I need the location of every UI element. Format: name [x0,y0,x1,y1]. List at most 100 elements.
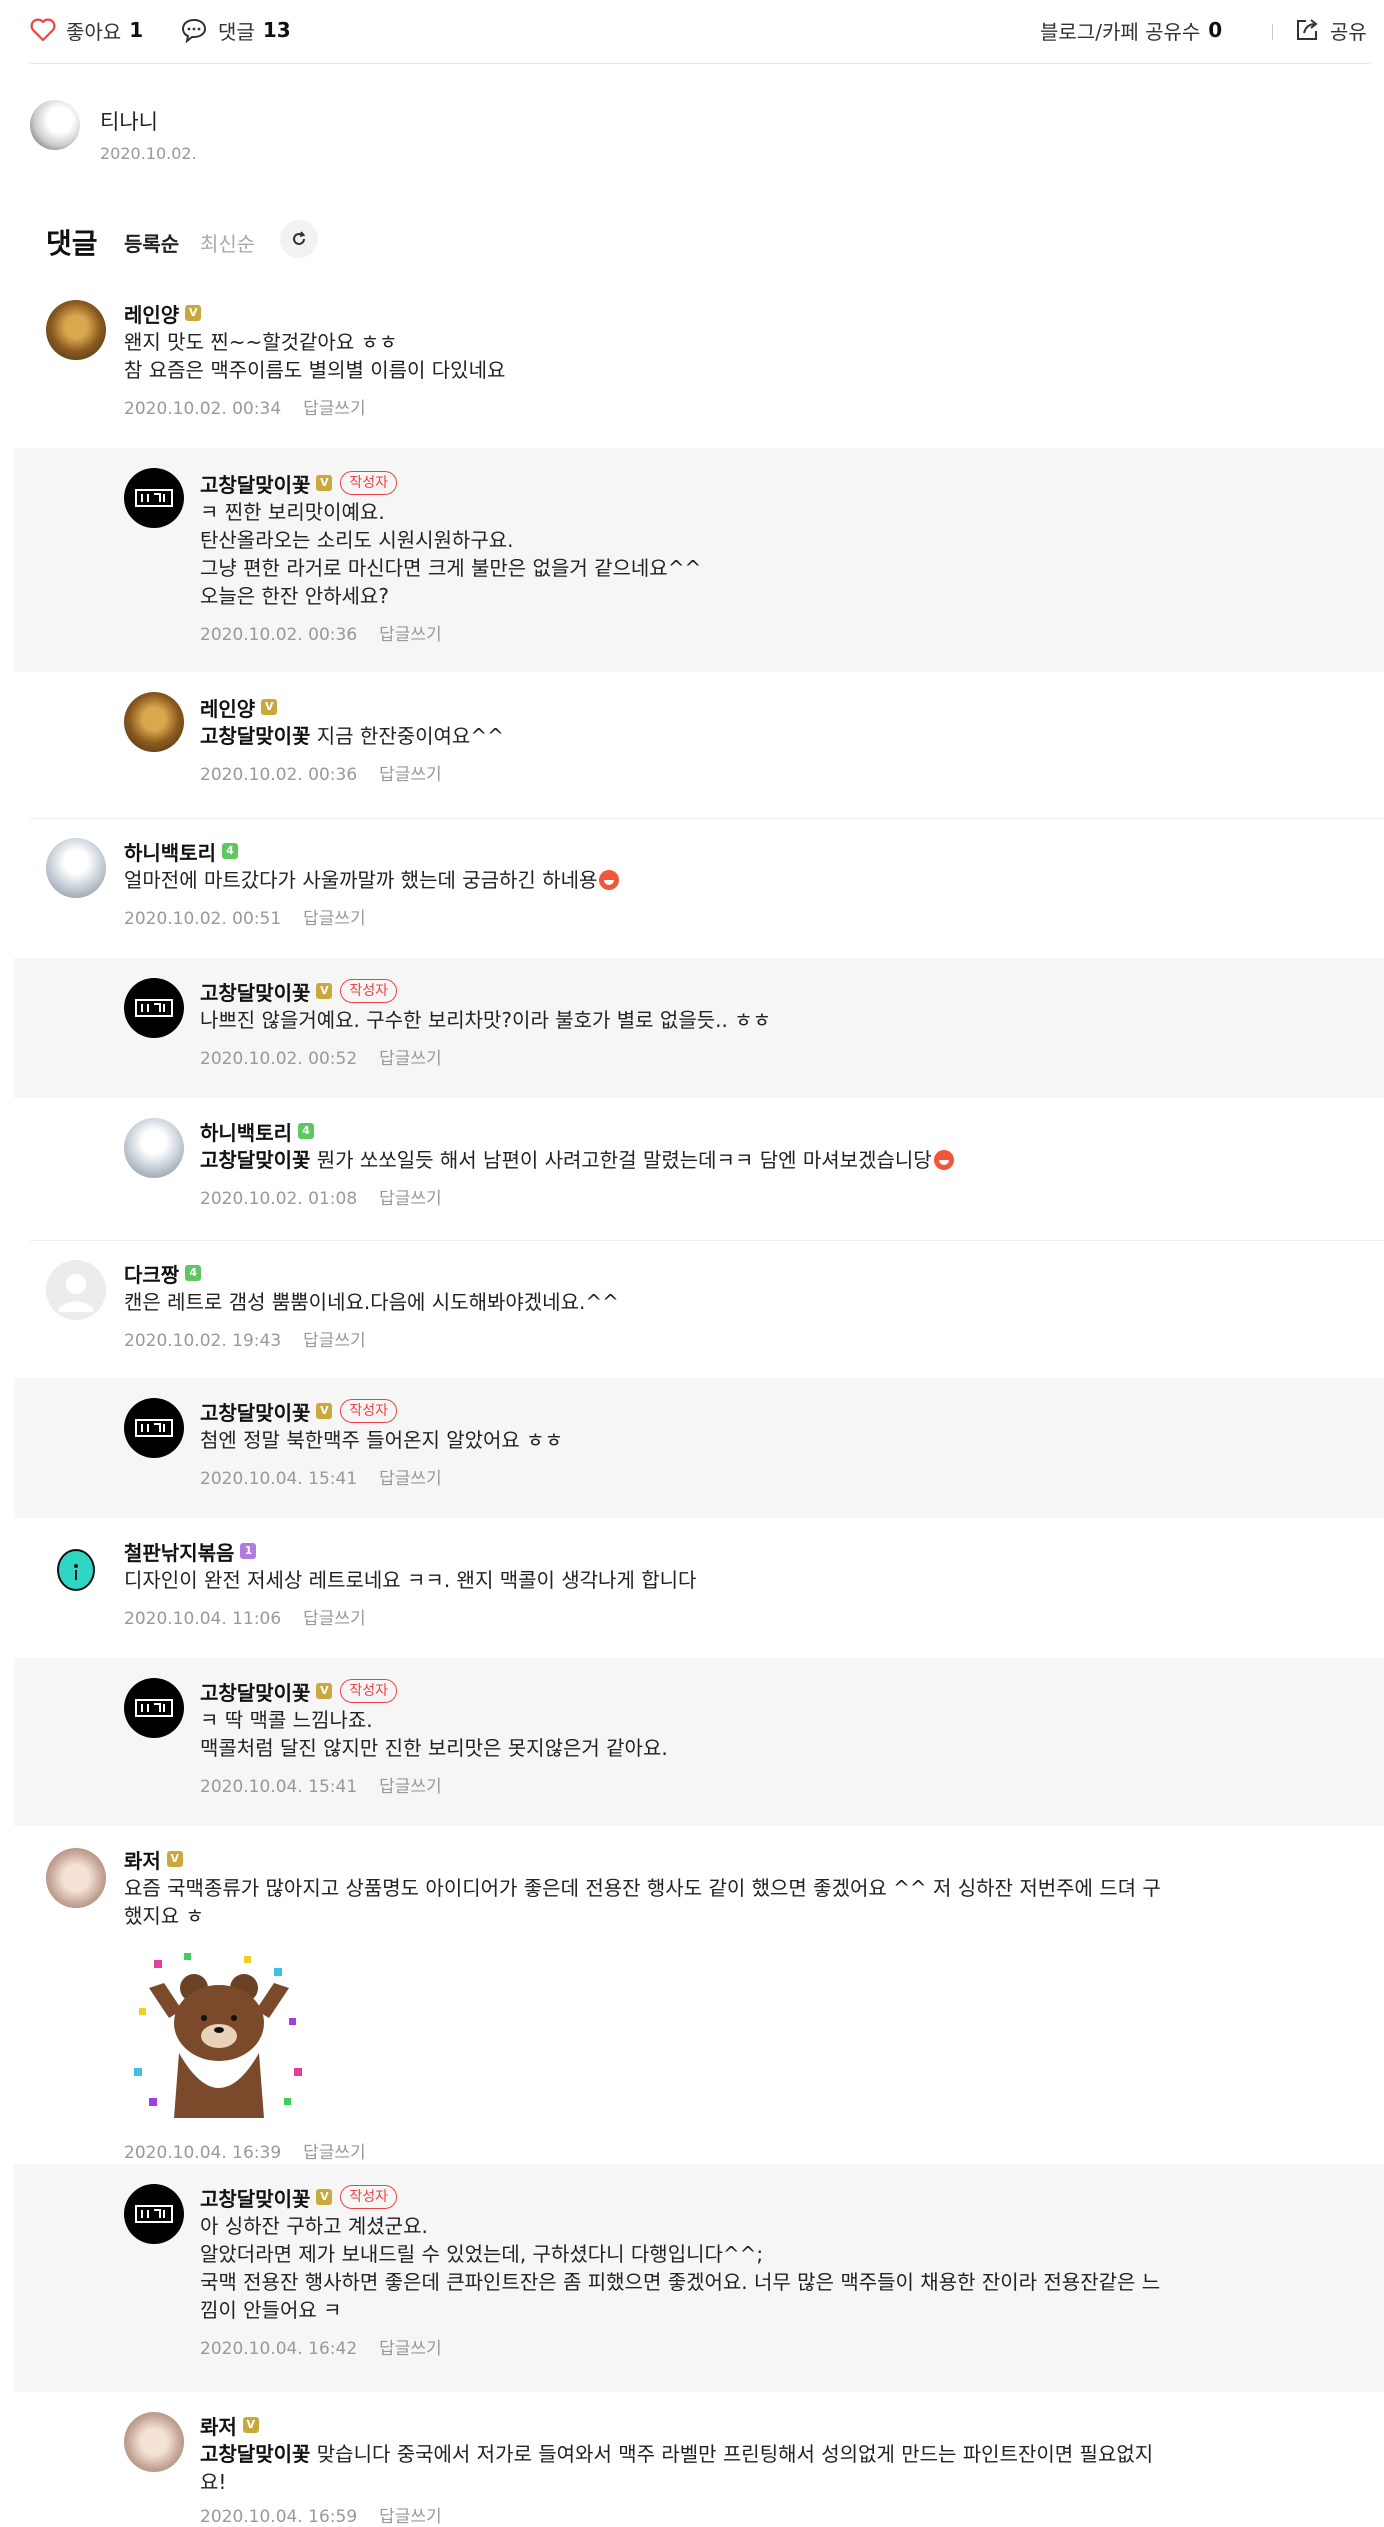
comment-date: 2020.10.02. 00:52 [200,1049,358,1069]
grade-badge: 4 [185,1265,202,1281]
comment-text: 맞습니다 중국에서 저가로 들여와서 맥주 라벨만 프린팅해서 성의없게 만드는… [200,2442,1154,2494]
sort-latest[interactable]: 최신순 [200,228,255,257]
commenter-name[interactable]: 철판낚지볶음 1 [124,1536,1354,1566]
reply-item: 롸저 V 고창달맞이꽃 맞습니다 중국에서 저가로 들여와서 맥주 라벨만 프린팅… [0,2392,1384,2527]
refresh-icon [293,231,306,245]
commenter-name[interactable]: 레인양 V [124,298,1354,328]
reply-link[interactable]: 답글쓰기 [379,2339,442,2359]
reply-item: 고창달맞이꽃 V 작성자 나쁘진 않을거예요. 구수한 보리차맛?이라 불호가 별로… [14,958,1384,1098]
commenter-name[interactable]: 고창달맞이꽃 V 작성자 [200,1676,1350,1706]
commenter-name[interactable]: 고창달맞이꽃 V 작성자 [200,2182,1350,2212]
commenter-avatar[interactable] [46,838,106,898]
author-tag: 작성자 [340,1679,398,1703]
reply-link[interactable]: 답글쓰기 [379,1777,442,1797]
reply-link[interactable]: 답글쓰기 [303,399,366,419]
reply-link[interactable]: 답글쓰기 [303,909,366,929]
author-avatar[interactable] [30,100,80,150]
comment-date: 2020.10.02. 01:08 [200,1189,358,1209]
commenter-avatar[interactable] [124,978,184,1038]
laughing-emoji-icon [933,1150,954,1170]
logo-icon [135,1699,173,1717]
comment-date: 2020.10.02. 00:34 [124,399,282,419]
heart-icon [30,18,56,42]
like-button[interactable]: 좋아요 1 [30,10,143,50]
commenter-avatar[interactable] [124,1678,184,1738]
commenter-name[interactable]: 롸저 V [200,2410,1350,2440]
commenter-avatar[interactable] [46,300,106,360]
reply-item: 하니백토리 4 고창달맞이꽃 뭔가 쏘쏘일듯 해서 남편이 사려고한걸 말렸는데ㅋ… [0,1098,1384,1240]
comment-count-button[interactable]: 댓글 13 [180,10,291,50]
comment-text: 뭔가 쏘쏘일듯 해서 남편이 사려고한걸 말렸는데ㅋㅋ 담엔 마셔보겠습니당 [316,1148,932,1172]
sort-registered[interactable]: 등록순 [124,228,179,257]
comment-text: 아 싱하잔 구하고 계셨군요. 알았더라면 제가 보내드릴 수 있었는데, 구하… [200,2214,1161,2322]
commenter-name[interactable]: 롸저 V [124,1844,1354,1874]
commenter-avatar[interactable] [46,1848,106,1908]
reply-link[interactable]: 답글쓰기 [303,1609,366,1629]
commenter-avatar[interactable] [124,1118,184,1178]
commenter-avatar[interactable] [46,1260,106,1320]
comment-item: 하니백토리 4 얼마전에 마트갔다가 사울까말까 했는데 궁금하긴 하네용 202… [0,818,1384,958]
like-label: 좋아요 [66,19,122,44]
share-count-value: 0 [1208,18,1223,42]
reply-item: 레인양 V 고창달맞이꽃 지금 한잔중이여요^^ 2020.10.02. 00:3… [0,672,1384,818]
reply-link[interactable]: 답글쓰기 [303,2143,366,2163]
commenter-name[interactable]: 고창달맞이꽃 V 작성자 [200,468,1350,498]
comment-date: 2020.10.02. 00:36 [200,765,358,785]
commenter-name[interactable]: 레인양 V [200,692,1350,722]
comment-date: 2020.10.04. 11:06 [124,1609,282,1629]
laughing-emoji-icon [599,870,620,890]
logo-icon [135,2205,173,2223]
reply-link[interactable]: 답글쓰기 [379,625,442,645]
comment-text: 디자인이 완전 저세상 레트로네요 ㅋㅋ. 왠지 맥콜이 생각나게 합니다 [124,1568,697,1592]
comment-text: ㅋ 찐한 보리맛이예요. 탄산올라오는 소리도 시원시원하구요. 그냥 편한 라… [200,500,702,608]
logo-icon [135,489,173,507]
mention[interactable]: 고창달맞이꽃 [200,724,310,748]
refresh-button[interactable] [280,220,318,258]
comment-date: 2020.10.02. 19:43 [124,1331,282,1351]
bear-sticker-icon [134,1953,302,2118]
commenter-name[interactable]: 하니백토리 4 [200,1116,1350,1146]
comment-text: 캔은 레트로 갬성 뿜뿜이네요.다음에 시도해봐야겠네요.^^ [124,1290,619,1314]
share-icon [1297,19,1318,40]
mention[interactable]: 고창달맞이꽃 [200,2442,310,2466]
grade-badge: V [242,2417,259,2433]
commenter-avatar[interactable] [124,2184,184,2244]
commenter-name[interactable]: 고창달맞이꽃 V 작성자 [200,976,1350,1006]
reply-link[interactable]: 답글쓰기 [379,765,442,785]
like-count: 1 [129,18,144,42]
commenter-avatar[interactable] [124,2412,184,2472]
commenter-name[interactable]: 다크짱 4 [124,1258,1354,1288]
comments-header: 댓글 등록순 최신순 [46,220,646,260]
reply-link[interactable]: 답글쓰기 [303,1331,366,1351]
commenter-avatar[interactable] [124,692,184,752]
grade-badge: V [316,2189,333,2205]
reply-item: 고창달맞이꽃 V 작성자 ㅋ 딱 맥콜 느낌나죠. 맥콜처럼 달진 않지만 진한 보… [14,1658,1384,1826]
grade-badge: V [316,983,333,999]
comment-item: 철판낚지볶음 1 디자인이 완전 저세상 레트로네요 ㅋㅋ. 왠지 맥콜이 생각나… [0,1518,1384,1658]
author-tag: 작성자 [340,2185,398,2209]
reply-link[interactable]: 답글쓰기 [379,1469,442,1489]
reaction-bar: 좋아요 1 댓글 13 블로그/카페 공유수 0 공유 [30,10,1370,54]
grade-badge: V [166,1851,183,1867]
commenter-avatar[interactable] [124,1398,184,1458]
commenter-name[interactable]: 하니백토리 4 [124,836,1354,866]
author-tag: 작성자 [340,979,398,1003]
comment-text: ㅋ 딱 맥콜 느낌나죠. 맥콜처럼 달진 않지만 진한 보리맛은 못지않은거 같… [200,1708,668,1760]
share-count-label: 블로그/카페 공유수 [1040,19,1201,44]
mention[interactable]: 고창달맞이꽃 [200,1148,310,1172]
comment-date: 2020.10.04. 15:41 [200,1469,358,1489]
comment-date: 2020.10.04. 16:39 [124,2143,282,2163]
grade-badge: V [316,1403,333,1419]
separator [1272,24,1273,40]
commenter-avatar[interactable] [124,468,184,528]
commenter-name[interactable]: 고창달맞이꽃 V 작성자 [200,1396,1350,1426]
grade-badge: V [316,475,333,491]
commenter-avatar[interactable] [46,1538,106,1598]
reply-link[interactable]: 답글쓰기 [379,1189,442,1209]
share-count[interactable]: 블로그/카페 공유수 0 [1040,10,1222,50]
share-button[interactable]: 공유 [1294,10,1367,50]
speech-bubble-icon [181,18,207,43]
reply-link[interactable]: 답글쓰기 [379,1049,442,1069]
reply-link[interactable]: 답글쓰기 [379,2507,442,2527]
author-name[interactable]: 티나니 [100,106,158,136]
